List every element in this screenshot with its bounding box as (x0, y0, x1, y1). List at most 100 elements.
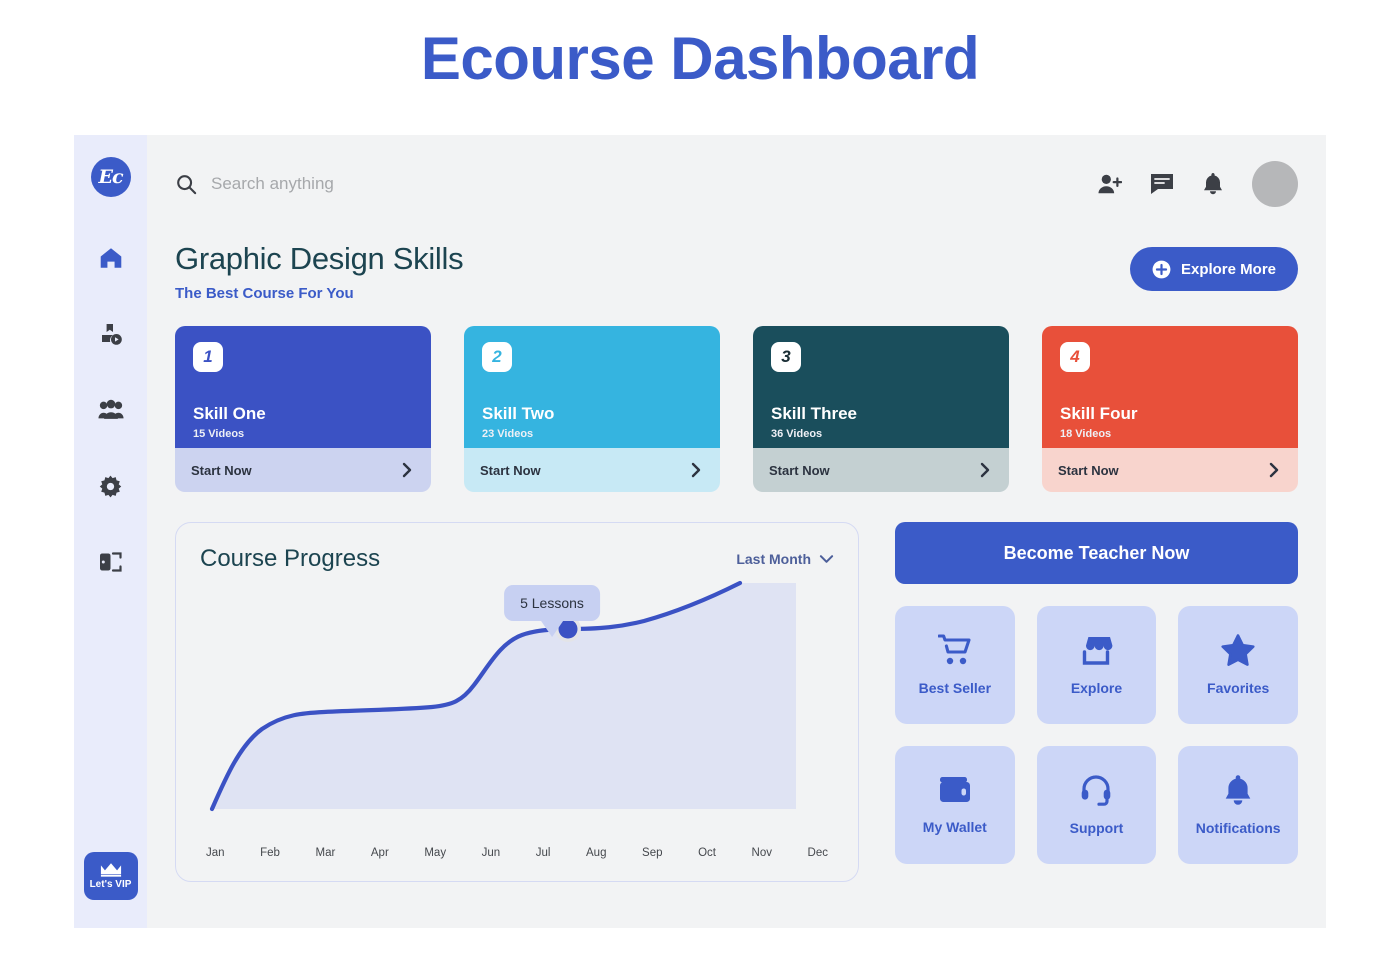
avatar[interactable] (1252, 161, 1298, 207)
tile-notifications[interactable]: Notifications (1178, 746, 1298, 864)
skill-number: 1 (193, 342, 223, 372)
chart-tooltip-label: 5 Lessons (520, 595, 584, 611)
explore-more-button[interactable]: Explore More (1129, 247, 1298, 291)
skill-title: Skill One (193, 404, 266, 423)
app-window: Ec Let's VIP Search anything Graphic Des… (74, 135, 1326, 928)
search-icon (177, 175, 197, 195)
skill-cta-label: Start Now (769, 462, 830, 478)
chevron-right-icon (1269, 462, 1279, 478)
skill-card-body: 3 Skill Three 36 Videos (753, 326, 1009, 448)
become-teacher-button[interactable]: Become Teacher Now (895, 522, 1298, 584)
skill-card-body: 4 Skill Four 18 Videos (1042, 326, 1298, 448)
skill-title: Skill Three (771, 404, 857, 423)
tile-favorites[interactable]: Favorites (1178, 606, 1298, 724)
skill-cards: 1 Skill One 15 Videos Start Now 2 Skill … (175, 326, 1298, 492)
message-icon[interactable] (1150, 173, 1174, 195)
sidebar-item-settings[interactable] (96, 471, 126, 501)
skill-card-footer[interactable]: Start Now (753, 448, 1009, 492)
chart-plot-area: 5 Lessons (200, 577, 834, 845)
skill-card-footer[interactable]: Start Now (1042, 448, 1298, 492)
skill-title: Skill Two (482, 404, 555, 423)
users-group-icon (97, 399, 124, 419)
page-heading: Graphic Design Skills (175, 241, 464, 276)
skill-title: Skill Four (1060, 404, 1138, 423)
chart-area-fill (212, 583, 796, 809)
skill-card-footer[interactable]: Start Now (175, 448, 431, 492)
skill-number: 3 (771, 342, 801, 372)
skill-video-count: 36 Videos (771, 428, 823, 440)
sidebar-item-community[interactable] (96, 395, 126, 425)
video-book-icon (101, 324, 122, 345)
topbar-actions (1098, 161, 1298, 207)
chevron-right-icon (402, 462, 412, 478)
headset-icon (1082, 775, 1111, 806)
vip-button[interactable]: Let's VIP (83, 852, 138, 900)
x-tick: Jun (481, 847, 501, 859)
topbar (175, 135, 1298, 233)
main-content: Graphic Design Skills The Best Course Fo… (147, 135, 1326, 928)
x-tick: Oct (698, 847, 716, 859)
tile-label: Best Seller (918, 680, 992, 696)
search-input[interactable] (211, 174, 541, 194)
skill-video-count: 18 Videos (1060, 428, 1112, 440)
skill-card[interactable]: 1 Skill One 15 Videos Start Now (175, 326, 431, 492)
x-tick: Dec (807, 847, 828, 859)
skill-card-footer[interactable]: Start Now (464, 448, 720, 492)
shopping-cart-icon (937, 634, 971, 665)
chevron-right-icon (980, 462, 990, 478)
skill-card-body: 1 Skill One 15 Videos (175, 326, 431, 448)
sidebar: Ec Let's VIP (74, 135, 147, 928)
skill-cta-label: Start Now (480, 462, 541, 478)
x-tick: Nov (751, 847, 772, 859)
page-title: Ecourse Dashboard (420, 25, 980, 92)
skill-video-count: 15 Videos (193, 428, 245, 440)
skill-video-count: 23 Videos (482, 428, 534, 440)
x-tick: Sep (642, 847, 663, 859)
tile-label: Support (1069, 820, 1124, 836)
tile-explore[interactable]: Explore (1036, 606, 1157, 724)
x-tick: Jul (535, 847, 551, 859)
logout-door-icon (99, 552, 122, 572)
tile-label: Notifications (1195, 820, 1281, 836)
skill-card[interactable]: 3 Skill Three 36 Videos Start Now (753, 326, 1009, 492)
quick-actions-rail: Become Teacher Now Best Seller Explore F… (895, 522, 1298, 928)
skill-card[interactable]: 4 Skill Four 18 Videos Start Now (1042, 326, 1298, 492)
sidebar-item-logout[interactable] (96, 547, 126, 577)
person-add-icon[interactable] (1098, 173, 1122, 195)
page-subtitle: The Best Course For You (175, 285, 354, 302)
store-icon (1082, 637, 1113, 665)
chevron-right-icon (691, 462, 701, 478)
chart-range-selector[interactable]: Last Month (736, 551, 834, 567)
chevron-down-icon (819, 555, 834, 563)
tile-label: Explore (1070, 680, 1123, 696)
x-tick: Mar (315, 847, 336, 859)
x-tick: Aug (586, 847, 607, 859)
app-logo: Ec (90, 157, 131, 197)
bell-icon[interactable] (1202, 172, 1224, 196)
tile-support[interactable]: Support (1036, 746, 1157, 864)
chart-tooltip: 5 Lessons (504, 585, 600, 621)
gear-icon (99, 475, 122, 497)
skill-card[interactable]: 2 Skill Two 23 Videos Start Now (464, 326, 720, 492)
x-tick: Feb (260, 847, 280, 859)
quick-tiles-row-1: Best Seller Explore Favorites (895, 606, 1298, 724)
bell-icon (1225, 775, 1251, 805)
crown-icon (100, 863, 121, 877)
search-bar[interactable] (175, 173, 541, 195)
wallet-icon (939, 777, 970, 802)
chart-header: Course Progress Last Month (200, 545, 834, 573)
tile-my-wallet[interactable]: My Wallet (895, 746, 1015, 864)
plus-circle-icon (1152, 260, 1171, 278)
chart-title: Course Progress (200, 545, 381, 572)
x-tick: May (424, 847, 447, 859)
header-text-group: Graphic Design Skills The Best Course Fo… (175, 241, 464, 302)
skill-cta-label: Start Now (191, 462, 252, 478)
sidebar-item-courses[interactable] (96, 319, 126, 349)
x-tick: Apr (370, 847, 389, 859)
x-tick: Jan (206, 847, 225, 859)
skill-number: 2 (482, 342, 512, 372)
sidebar-item-home[interactable] (96, 243, 126, 273)
star-icon (1221, 634, 1255, 666)
tile-best-seller[interactable]: Best Seller (895, 606, 1015, 724)
tile-label: Favorites (1207, 680, 1270, 696)
